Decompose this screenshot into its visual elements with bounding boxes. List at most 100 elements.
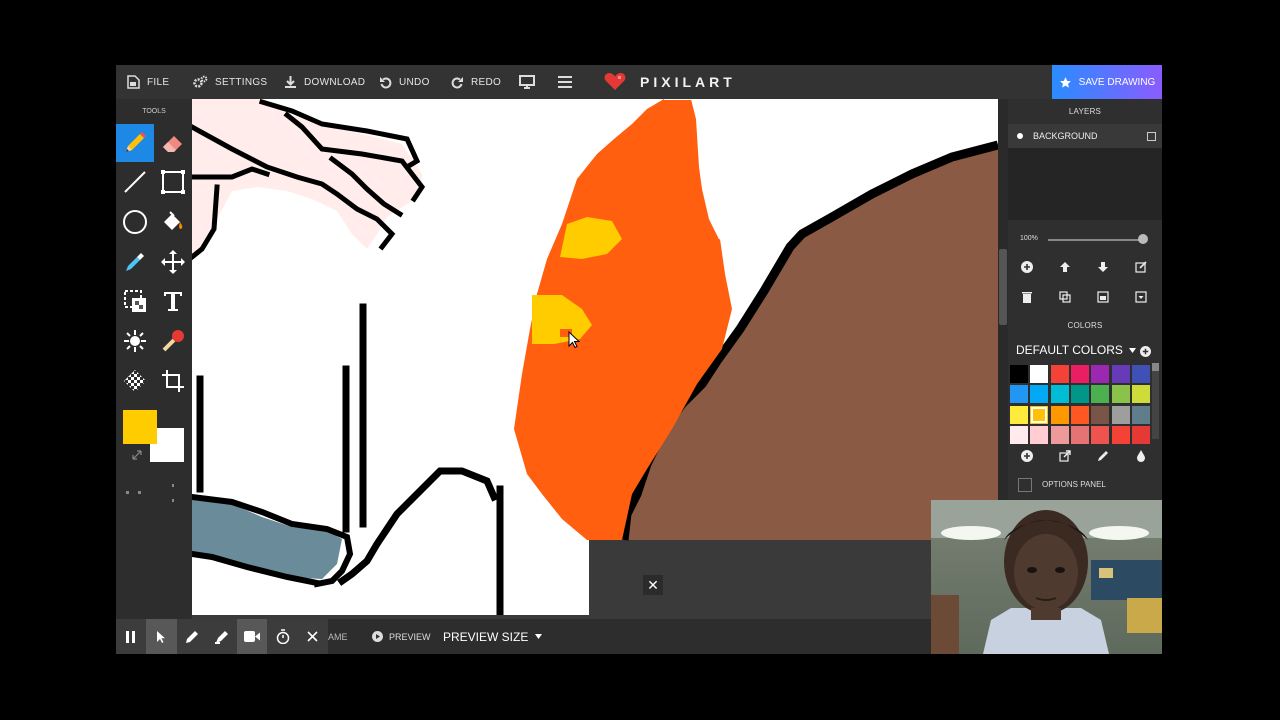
pointer-button[interactable] bbox=[146, 619, 177, 654]
color-swatch[interactable] bbox=[1030, 365, 1049, 383]
color-swatch[interactable] bbox=[1131, 385, 1150, 404]
fill-bucket-tool[interactable] bbox=[154, 203, 192, 241]
file-icon bbox=[127, 75, 140, 89]
pen-button[interactable] bbox=[177, 619, 207, 654]
color-swatch[interactable] bbox=[1131, 365, 1150, 383]
close-recorder-button[interactable] bbox=[298, 619, 328, 654]
color-swatch[interactable] bbox=[1070, 405, 1089, 424]
color-swatch[interactable] bbox=[1111, 405, 1130, 424]
preview-size-dropdown[interactable]: PREVIEW SIZE bbox=[443, 619, 543, 654]
move-tool[interactable] bbox=[154, 243, 192, 281]
file-menu[interactable]: FILE bbox=[127, 65, 169, 99]
undo-label: UNDO bbox=[399, 76, 430, 88]
merge-layer-button[interactable] bbox=[1094, 288, 1112, 306]
color-swatch[interactable] bbox=[1010, 365, 1028, 383]
star-icon bbox=[1059, 76, 1071, 88]
scrollbar-thumb[interactable] bbox=[999, 249, 1007, 325]
rectangle-tool[interactable] bbox=[154, 163, 192, 201]
options-panel-checkbox[interactable] bbox=[1018, 478, 1032, 492]
layer-checkbox[interactable] bbox=[1147, 132, 1156, 141]
drawing-canvas[interactable]: ✕ bbox=[192, 99, 998, 615]
color-swatch[interactable] bbox=[1070, 385, 1089, 404]
color-swatch[interactable] bbox=[1050, 425, 1069, 444]
move-arrows-icon bbox=[161, 250, 185, 274]
rename-layer-button[interactable] bbox=[1132, 258, 1150, 276]
color-swatch[interactable] bbox=[1030, 385, 1049, 404]
dither-tool[interactable] bbox=[116, 362, 154, 400]
swap-colors-icon[interactable] bbox=[131, 449, 143, 461]
add-layer-button[interactable] bbox=[1018, 258, 1036, 276]
layer-menu-button[interactable] bbox=[1132, 288, 1150, 306]
tool-dots-icon bbox=[126, 484, 174, 502]
add-palette-button[interactable] bbox=[1140, 344, 1151, 362]
highlighter-button[interactable] bbox=[207, 619, 237, 654]
selection-tool[interactable] bbox=[116, 282, 154, 320]
color-swatch[interactable] bbox=[1010, 385, 1028, 404]
color-adjust-button[interactable] bbox=[1132, 447, 1150, 465]
pixel-art-drawing bbox=[192, 99, 998, 615]
video-camera-icon bbox=[244, 631, 261, 642]
settings-menu[interactable]: SETTINGS bbox=[193, 65, 267, 99]
arrow-down-icon bbox=[1098, 262, 1108, 272]
stamp-tool[interactable] bbox=[154, 322, 192, 360]
text-tool[interactable] bbox=[154, 282, 192, 320]
circle-tool[interactable] bbox=[116, 203, 154, 241]
color-swatch[interactable] bbox=[1111, 425, 1130, 444]
color-swatch[interactable] bbox=[1050, 385, 1069, 404]
line-tool[interactable] bbox=[116, 163, 154, 201]
color-swatch[interactable] bbox=[1091, 405, 1110, 424]
color-swatch[interactable] bbox=[1111, 365, 1130, 383]
layer-item[interactable]: BACKGROUND bbox=[1008, 124, 1162, 148]
crop-tool[interactable] bbox=[154, 362, 192, 400]
primary-color-swatch[interactable] bbox=[123, 410, 157, 444]
caret-down-icon bbox=[535, 634, 543, 639]
color-swatch[interactable] bbox=[1030, 425, 1049, 444]
opacity-slider-knob[interactable] bbox=[1138, 234, 1148, 244]
download-menu[interactable]: DOWNLOAD bbox=[284, 65, 365, 99]
color-swatch[interactable] bbox=[1030, 405, 1049, 424]
color-swatch[interactable] bbox=[1091, 365, 1110, 383]
hamburger-menu[interactable] bbox=[558, 65, 572, 99]
move-layer-up-button[interactable] bbox=[1056, 258, 1074, 276]
pixilart-logo[interactable]: PIXILART bbox=[604, 65, 736, 99]
timer-button[interactable] bbox=[267, 619, 297, 654]
color-swatch[interactable] bbox=[1111, 385, 1130, 404]
redo-button[interactable]: REDO bbox=[451, 65, 501, 99]
display-button[interactable] bbox=[519, 65, 535, 99]
play-circle-icon bbox=[372, 631, 383, 642]
color-swatch[interactable] bbox=[1070, 365, 1089, 383]
eyedropper-tool[interactable] bbox=[116, 243, 154, 281]
color-swatch[interactable] bbox=[1010, 405, 1028, 424]
lighten-tool[interactable] bbox=[116, 322, 154, 360]
merge-icon bbox=[1097, 291, 1109, 303]
color-swatch[interactable] bbox=[1091, 425, 1110, 444]
duplicate-layer-button[interactable] bbox=[1056, 288, 1074, 306]
pencil-tool[interactable] bbox=[116, 124, 154, 162]
palette-scroll-thumb[interactable] bbox=[1152, 363, 1159, 371]
layer-visibility-dot[interactable] bbox=[1017, 133, 1023, 139]
color-swatch[interactable] bbox=[1091, 385, 1110, 404]
palette-selector[interactable]: DEFAULT COLORS bbox=[1016, 343, 1136, 357]
delete-layer-button[interactable] bbox=[1018, 288, 1036, 306]
color-swatch[interactable] bbox=[1070, 425, 1089, 444]
color-swatch[interactable] bbox=[1010, 425, 1028, 444]
eraser-tool[interactable] bbox=[154, 124, 192, 162]
palette-scrollbar[interactable] bbox=[1152, 363, 1159, 439]
opacity-slider-track[interactable] bbox=[1048, 239, 1143, 241]
undo-button[interactable]: UNDO bbox=[379, 65, 430, 99]
palette-eyedropper-button[interactable] bbox=[1094, 447, 1112, 465]
monitor-icon bbox=[519, 75, 535, 89]
preview-button[interactable]: PREVIEW bbox=[372, 619, 431, 654]
preview-close-button[interactable]: ✕ bbox=[643, 575, 663, 595]
color-swatch[interactable] bbox=[1050, 365, 1069, 383]
share-palette-button[interactable] bbox=[1056, 447, 1074, 465]
color-swatch[interactable] bbox=[1131, 405, 1150, 424]
webcam-button[interactable] bbox=[237, 619, 268, 654]
color-swatch[interactable] bbox=[1050, 405, 1069, 424]
color-swatch[interactable] bbox=[1131, 425, 1150, 444]
pause-button[interactable] bbox=[116, 619, 146, 654]
copy-icon bbox=[1059, 291, 1071, 303]
move-layer-down-button[interactable] bbox=[1094, 258, 1112, 276]
add-color-button[interactable] bbox=[1018, 447, 1036, 465]
save-drawing-button[interactable]: SAVE DRAWING bbox=[1052, 65, 1162, 99]
